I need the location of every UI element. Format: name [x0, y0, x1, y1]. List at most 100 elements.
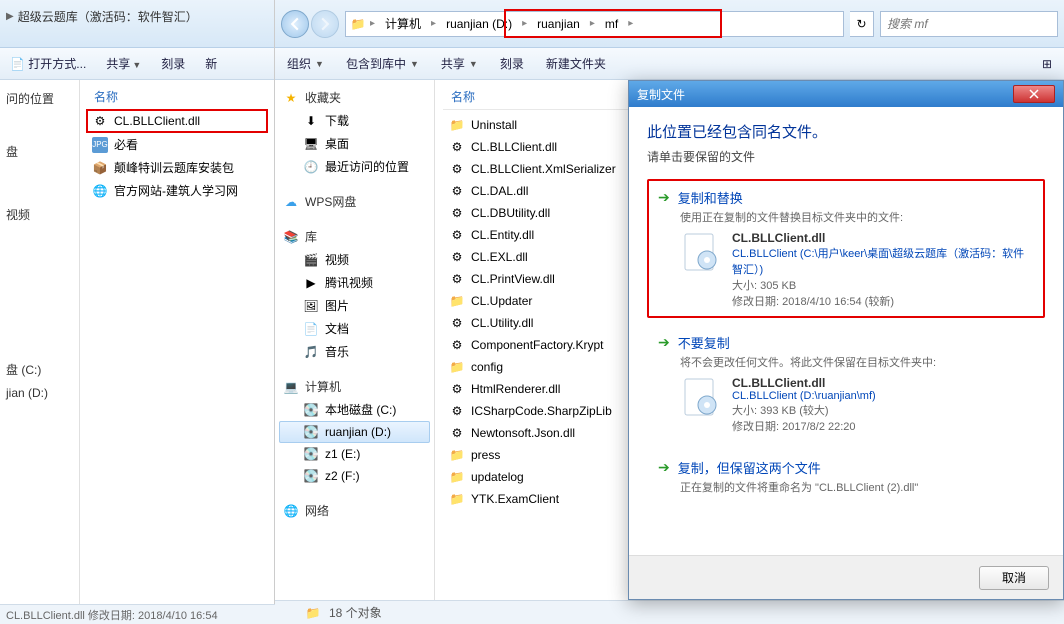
recent-icon: 🕘	[303, 159, 319, 175]
file-name: 官方网站-建筑人学习网	[114, 182, 238, 199]
nav-music[interactable]: 🎵音乐	[279, 340, 430, 363]
nav-libraries[interactable]: 📚库	[279, 225, 430, 248]
share-button[interactable]: 共享▼	[106, 55, 141, 72]
left-breadcrumb[interactable]: ▶ 超级云题库（激活码：软件智汇）	[0, 0, 274, 33]
file-name: CL.EXL.dll	[471, 250, 528, 264]
chevron-right-icon[interactable]: ▸	[626, 18, 635, 29]
dll-icon: ⚙	[449, 249, 465, 265]
dll-icon: ⚙	[449, 315, 465, 331]
nav-drive-d[interactable]: 💽ruanjian (D:)	[279, 421, 430, 443]
network-icon: 🌐	[283, 503, 299, 519]
nav-drive-c[interactable]: 💽本地磁盘 (C:)	[279, 398, 430, 421]
file-name: CL.BLLClient.dll	[732, 376, 1034, 390]
chevron-right-icon[interactable]: ▸	[429, 18, 438, 29]
refresh-button[interactable]: ↻	[850, 11, 874, 37]
nav-drive-e[interactable]: 💽z1 (E:)	[279, 443, 430, 465]
file-row-dll[interactable]: ⚙ CL.BLLClient.dll	[86, 109, 268, 133]
chevron-right-icon[interactable]: ▸	[520, 18, 529, 29]
left-nav-sidebar: 问的位置 盘 视频 盘 (C:) jian (D:)	[0, 80, 80, 624]
search-box[interactable]	[880, 11, 1058, 37]
chevron-right-icon[interactable]: ▸	[368, 18, 377, 29]
file-name: ComponentFactory.Krypt	[471, 338, 604, 352]
nav-recent[interactable]: 🕘最近访问的位置	[279, 155, 430, 178]
nav-jian-d[interactable]: jian (D:)	[4, 382, 75, 404]
file-name: config	[471, 360, 503, 374]
burn-button[interactable]: 刻录	[500, 55, 524, 72]
file-name: CL.Entity.dll	[471, 228, 534, 242]
dll-icon: ⚙	[449, 161, 465, 177]
left-titlebar: ▶ 超级云题库（激活码：软件智汇）	[0, 0, 274, 48]
nav-desktop[interactable]: 🖥桌面	[279, 132, 430, 155]
column-header-name[interactable]: 名称	[86, 84, 268, 109]
option-title: 不要复制	[678, 333, 730, 352]
search-input[interactable]	[887, 17, 1051, 31]
nav-tencent-video[interactable]: ▶腾讯视频	[279, 271, 430, 294]
crumb-drive-d[interactable]: ruanjian (D:)	[440, 15, 518, 33]
nav-computer[interactable]: 💻计算机	[279, 375, 430, 398]
nav-pictures[interactable]: 🖼图片	[279, 294, 430, 317]
dll-icon: ⚙	[449, 271, 465, 287]
nav-favorites[interactable]: ★收藏夹	[279, 86, 430, 109]
dll-icon: ⚙	[449, 139, 465, 155]
forward-button[interactable]	[311, 10, 339, 38]
folder-icon: 📁	[449, 469, 465, 485]
file-row-exe[interactable]: 📦 颠峰特训云题库安装包	[86, 156, 268, 179]
nav-disk-c[interactable]: 盘 (C:)	[4, 357, 75, 382]
left-breadcrumb-text: 超级云题库（激活码：软件智汇）	[18, 8, 198, 25]
nav-wps[interactable]: ☁WPS网盘	[279, 190, 430, 213]
crumb-ruanjian[interactable]: ruanjian	[531, 15, 586, 33]
option-title: 复制，但保留这两个文件	[678, 458, 821, 477]
burn-button[interactable]: 刻录	[161, 55, 185, 72]
dll-icon: ⚙	[449, 403, 465, 419]
file-name: CL.Updater	[471, 294, 532, 308]
nav-downloads[interactable]: ⬇下载	[279, 109, 430, 132]
option-keep-both[interactable]: ➔ 复制，但保留这两个文件 正在复制的文件将重命名为 "CL.BLLClient…	[647, 449, 1045, 510]
dll-icon: ⚙	[449, 425, 465, 441]
option-copy-replace[interactable]: ➔ 复制和替换 使用正在复制的文件替换目标文件夹中的文件: CL.BLLClie…	[647, 179, 1045, 318]
new-folder-button[interactable]: 新建文件夹	[546, 55, 606, 72]
option-dont-copy[interactable]: ➔ 不要复制 将不会更改任何文件。将此文件保留在目标文件夹中: CL.BLLCl…	[647, 324, 1045, 443]
close-button[interactable]	[1013, 85, 1055, 103]
nav-drive-f[interactable]: 💽z2 (F:)	[279, 465, 430, 487]
folder-icon: 📁	[449, 491, 465, 507]
left-explorer-window: ▶ 超级云题库（激活码：软件智汇） 📄 打开方式... 共享▼ 刻录 新 问的位…	[0, 0, 275, 624]
crumb-mf[interactable]: mf	[599, 15, 624, 33]
navigation-pane: ★收藏夹 ⬇下载 🖥桌面 🕘最近访问的位置 ☁WPS网盘 📚库 🎬视频 ▶腾讯视…	[275, 80, 435, 604]
download-icon: ⬇	[303, 113, 319, 129]
nav-videos[interactable]: 🎬视频	[279, 248, 430, 271]
view-options-button[interactable]: ⊞	[1042, 57, 1052, 71]
folder-icon: 📁	[350, 16, 366, 32]
nav-documents[interactable]: 📄文档	[279, 317, 430, 340]
doc-icon: 📄	[303, 321, 319, 337]
cancel-button[interactable]: 取消	[979, 566, 1049, 590]
library-icon: 📚	[283, 229, 299, 245]
file-name: CL.Utility.dll	[471, 316, 533, 330]
file-row-url[interactable]: 🌐 官方网站-建筑人学习网	[86, 179, 268, 202]
nav-disk[interactable]: 盘	[4, 139, 75, 164]
file-gear-icon	[680, 376, 722, 418]
star-icon: ★	[283, 90, 299, 106]
new-button[interactable]: 新	[205, 55, 217, 72]
file-name: Newtonsoft.Json.dll	[471, 426, 575, 440]
back-button[interactable]	[281, 10, 309, 38]
main-topbar: 📁 ▸ 计算机 ▸ ruanjian (D:) ▸ ruanjian ▸ mf …	[275, 0, 1064, 48]
computer-icon: 💻	[283, 379, 299, 395]
organize-button[interactable]: 组织▼	[287, 55, 324, 72]
address-bar[interactable]: 📁 ▸ 计算机 ▸ ruanjian (D:) ▸ ruanjian ▸ mf …	[345, 11, 844, 37]
drive-icon: 💽	[303, 402, 319, 418]
close-icon	[1029, 89, 1039, 99]
nav-network[interactable]: 🌐网络	[279, 499, 430, 522]
drive-icon: 💽	[303, 468, 319, 484]
include-in-library-button[interactable]: 包含到库中▼	[346, 55, 419, 72]
chevron-right-icon[interactable]: ▸	[588, 18, 597, 29]
crumb-computer[interactable]: 计算机	[379, 13, 427, 34]
open-with-button[interactable]: 📄 打开方式...	[10, 55, 86, 72]
dll-icon: ⚙	[449, 227, 465, 243]
dialog-subtext: 请单击要保留的文件	[647, 148, 1045, 165]
file-name: CL.BLLClient.XmlSerializer	[471, 162, 616, 176]
share-button[interactable]: 共享▼	[441, 55, 478, 72]
file-row-jpg[interactable]: JPG 必看	[86, 133, 268, 156]
nav-video[interactable]: 视频	[4, 202, 75, 227]
nav-recent[interactable]: 问的位置	[4, 86, 75, 111]
chevron-right-icon: ▶	[6, 11, 14, 22]
